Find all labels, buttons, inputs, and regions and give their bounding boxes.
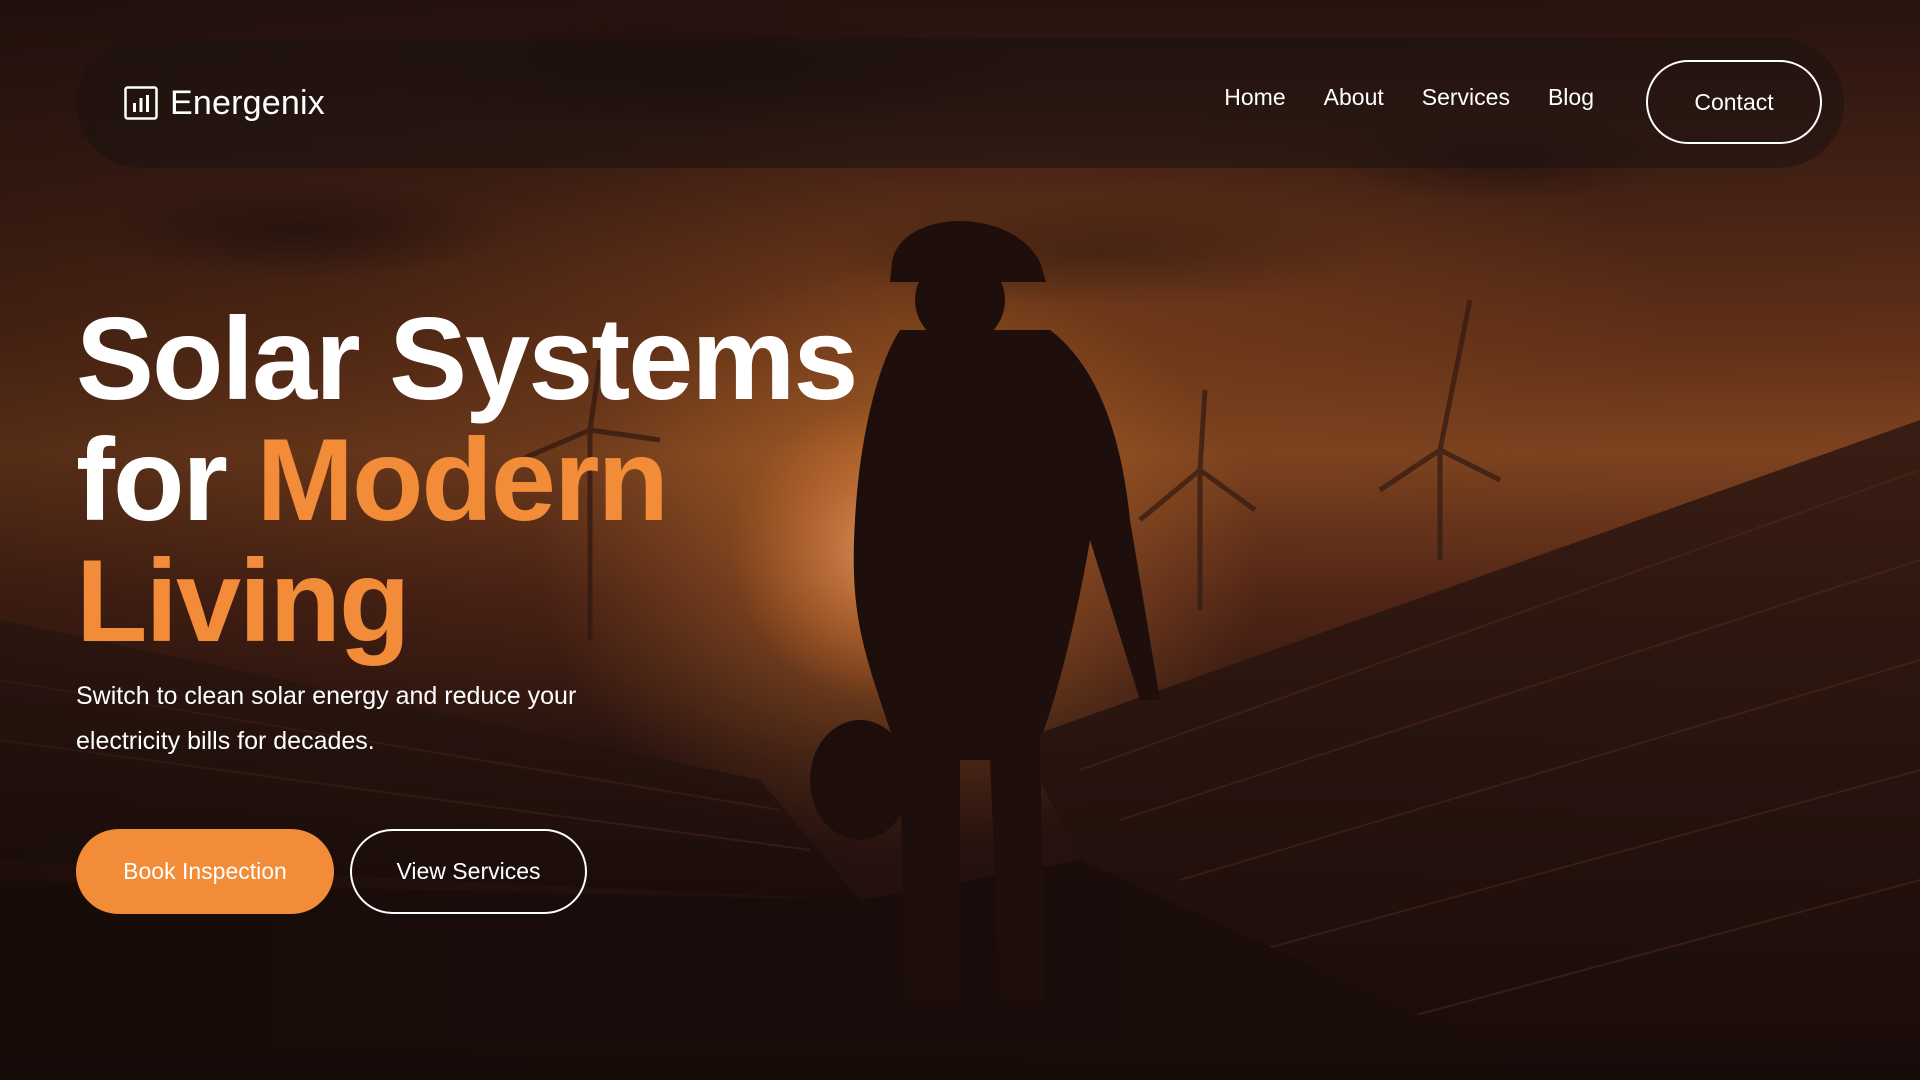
headline-for: for xyxy=(76,414,228,545)
nav-links: Home About Services Blog xyxy=(1224,84,1594,111)
brand-logo[interactable]: Energenix xyxy=(124,78,325,128)
nav-blog-link[interactable]: Blog xyxy=(1548,84,1594,111)
hero-subtitle: Switch to clean solar energy and reduce … xyxy=(76,682,577,755)
bar-chart-icon xyxy=(124,86,158,120)
contact-button[interactable]: Contact xyxy=(1646,60,1822,144)
nav-about-link[interactable]: About xyxy=(1324,84,1384,111)
hero-headline: Solar Systems for Modern Living xyxy=(76,298,858,661)
top-navbar: Energenix Home About Services Blog Conta… xyxy=(76,38,1844,168)
view-services-button[interactable]: View Services xyxy=(350,829,587,914)
headline-accent-living: Living xyxy=(76,535,410,666)
nav-services-link[interactable]: Services xyxy=(1422,84,1510,111)
bottom-fade xyxy=(0,1040,1920,1080)
headline-accent-modern: Modern xyxy=(256,414,668,545)
nav-home-link[interactable]: Home xyxy=(1224,84,1285,111)
hero-section: Energenix Home About Services Blog Conta… xyxy=(0,0,1920,1080)
headline-line-1: Solar Systems xyxy=(76,293,858,424)
book-inspection-button[interactable]: Book Inspection xyxy=(76,829,334,914)
brand-name: Energenix xyxy=(170,83,325,122)
